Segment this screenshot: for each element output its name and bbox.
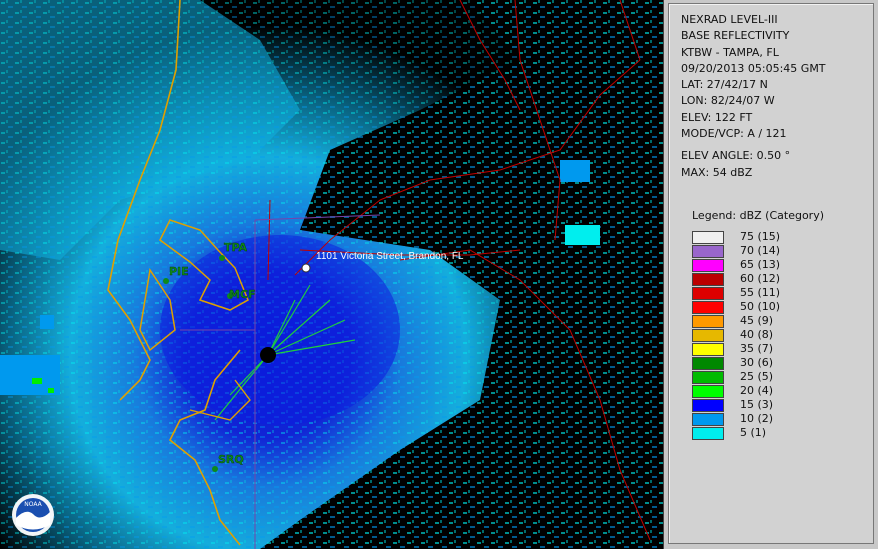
legend-row: 35 (7) — [692, 342, 873, 356]
max-reflectivity: MAX: 54 dBZ — [681, 165, 753, 179]
legend-swatch — [692, 272, 724, 286]
legend-swatch — [692, 244, 724, 258]
legend-row: 45 (9) — [692, 314, 873, 328]
legend-row: 30 (6) — [692, 356, 873, 370]
radar-map[interactable]: TPA PIE MCF SRQ 1101 Victoria Street, Br… — [0, 0, 664, 549]
legend-row: 10 (2) — [692, 412, 873, 426]
legend-row: 50 (10) — [692, 300, 873, 314]
legend-swatch — [692, 286, 724, 300]
legend-label: 5 (1) — [740, 426, 767, 440]
legend-swatch — [692, 426, 724, 440]
mode-vcp: MODE/VCP: A / 121 — [681, 127, 787, 141]
legend-swatch — [692, 356, 724, 370]
legend-row: 15 (3) — [692, 398, 873, 412]
station-elev: ELEV: 122 FT — [681, 110, 753, 124]
radar-canvas: TPA PIE MCF SRQ 1101 Victoria Street, Br… — [0, 0, 664, 549]
radar-site-marker — [260, 347, 276, 363]
legend-row: 75 (15) — [692, 230, 873, 244]
scan-datetime: 09/20/2013 05:05:45 GMT — [681, 61, 826, 75]
legend-swatch — [692, 300, 724, 314]
noaa-logo-text: NOAA — [24, 501, 42, 508]
product-name: NEXRAD LEVEL-III — [681, 13, 778, 26]
legend-swatch — [692, 230, 724, 244]
legend-row: 70 (14) — [692, 244, 873, 258]
location-marker-icon[interactable] — [301, 263, 311, 273]
station-lon: LON: 82/24/07 W — [681, 94, 775, 108]
city-label-srq: SRQ — [218, 453, 244, 466]
legend-row: 65 (13) — [692, 258, 873, 272]
legend-swatch — [692, 314, 724, 328]
legend-swatch — [692, 370, 724, 384]
legend-swatch — [692, 258, 724, 272]
legend-row: 40 (8) — [692, 328, 873, 342]
legend-swatch — [692, 342, 724, 356]
info-panel: NEXRAD LEVEL-III BASE REFLECTIVITY KTBW … — [668, 3, 874, 544]
location-marker-label: 1101 Victoria Street, Brandon, FL — [316, 251, 464, 262]
legend-swatch — [692, 384, 724, 398]
legend-title: Legend: dBZ (Category) — [692, 208, 824, 222]
city-label-mcf: MCF — [229, 288, 256, 301]
product-type: BASE REFLECTIVITY — [681, 29, 790, 43]
elevation-angle: ELEV ANGLE: 0.50 ° — [681, 149, 791, 163]
legend-row: 55 (11) — [692, 286, 873, 300]
legend-row: 5 (1) — [692, 426, 873, 440]
station-name: KTBW - TAMPA, FL — [681, 45, 779, 59]
legend-swatch — [692, 412, 724, 426]
city-label-pie: PIE — [169, 265, 189, 278]
legend-swatch — [692, 398, 724, 412]
noaa-logo: NOAA — [12, 494, 54, 536]
legend-row: 25 (5) — [692, 370, 873, 384]
legend-swatch — [692, 328, 724, 342]
legend: 75 (15) 70 (14) 65 (13) 60 (12) 55 (11) 50 (1… — [692, 230, 873, 440]
legend-row: 60 (12) — [692, 272, 873, 286]
city-label-tpa: TPA — [224, 241, 248, 254]
station-lat: LAT: 27/42/17 N — [681, 78, 768, 92]
legend-row: 20 (4) — [692, 384, 873, 398]
